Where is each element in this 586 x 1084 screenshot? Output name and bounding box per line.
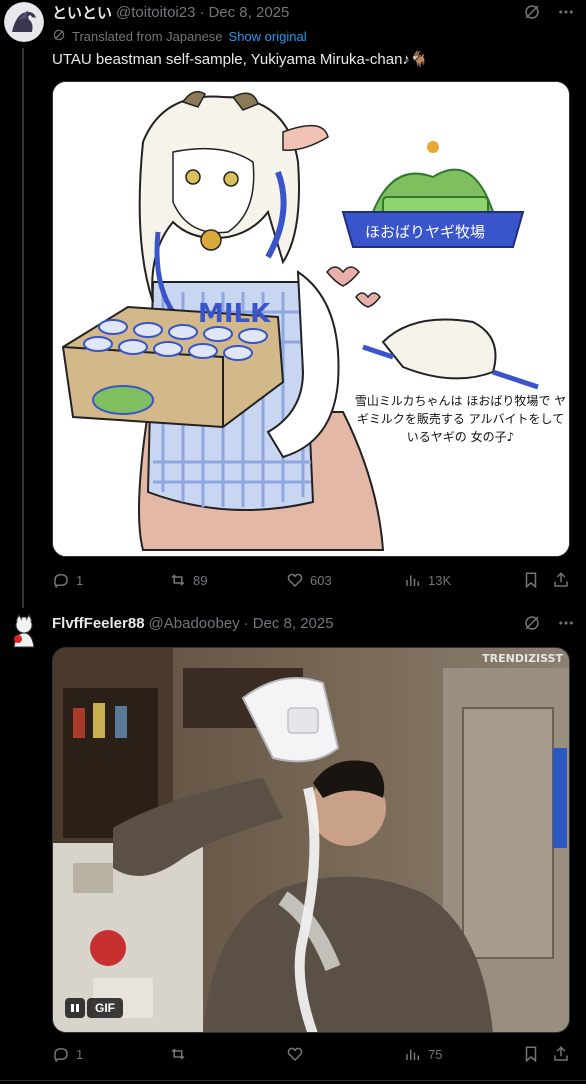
share-icon [554, 572, 568, 587]
share-icon [554, 1046, 568, 1061]
share-button[interactable] [552, 570, 570, 590]
timestamp[interactable]: Dec 8, 2025 [253, 615, 334, 632]
views-button[interactable]: 13K [404, 570, 451, 590]
more-icon[interactable] [556, 2, 576, 22]
display-name[interactable]: といとい [52, 2, 112, 23]
grok-icon[interactable] [522, 613, 542, 633]
repost-count: 89 [193, 572, 208, 588]
reply-icon [54, 1047, 68, 1062]
more-icon[interactable] [556, 613, 576, 633]
divider [0, 1080, 586, 1081]
separator-dot: · [243, 614, 249, 632]
separator-dot: · [199, 3, 205, 21]
like-button[interactable]: 603 [286, 570, 332, 590]
translate-icon [52, 28, 66, 45]
views-count: 75 [428, 1046, 443, 1062]
grok-icon[interactable] [522, 2, 542, 22]
action-bar: 1 75 [52, 1044, 572, 1064]
avatar[interactable] [4, 2, 44, 42]
avatar[interactable] [4, 611, 44, 651]
bookmark-icon [525, 1046, 537, 1063]
translated-label: Translated from Japanese [72, 29, 223, 44]
reply-button[interactable]: 1 [52, 1044, 83, 1064]
handle[interactable]: @Abadoobey [149, 615, 240, 632]
share-button[interactable] [552, 1044, 570, 1064]
reply-count: 1 [76, 572, 84, 588]
like-count: 603 [310, 572, 332, 588]
reply-icon [54, 573, 68, 588]
repost-icon [171, 1048, 185, 1060]
translation-note: Translated from Japanese Show original [52, 28, 307, 45]
display-name[interactable]: FlvffFeeler88 [52, 615, 145, 632]
views-icon [406, 1049, 419, 1060]
repost-icon [171, 574, 185, 586]
repost-button[interactable] [169, 1044, 193, 1064]
tweet-image[interactable]: MILK ほおばりヤギ牧場 雪山ミルカちゃんは ほおばり牧場で ヤギミルクを販売… [52, 81, 570, 557]
bookmark-icon [525, 572, 537, 589]
box-milk-text: MILK [198, 299, 271, 329]
timestamp[interactable]: Dec 8, 2025 [208, 4, 289, 21]
reply-count: 1 [76, 1046, 84, 1062]
action-bar: 1 89 603 13K [52, 570, 572, 590]
tweet-header: FlvffFeeler88 @Abadoobey · Dec 8, 2025 [52, 613, 576, 633]
handle[interactable]: @toitoitoi23 [116, 4, 195, 21]
like-button[interactable] [286, 1044, 310, 1064]
thread-line [22, 48, 24, 608]
views-icon [406, 575, 419, 586]
like-icon [287, 1047, 303, 1062]
bookmark-button[interactable] [522, 570, 540, 590]
pause-icon [71, 1004, 79, 1012]
views-count: 13K [428, 572, 452, 588]
tweet-text: UTAU beastman self-sample, Yukiyama Miru… [52, 51, 429, 68]
pause-button[interactable] [65, 998, 85, 1018]
views-button[interactable]: 75 [404, 1044, 442, 1064]
like-icon [287, 573, 303, 588]
gif-label: GIF [87, 998, 123, 1018]
bookmark-button[interactable] [522, 1044, 540, 1064]
reply-button[interactable]: 1 [52, 570, 83, 590]
note-text: 雪山ミルカちゃんは ほおばり牧場で ヤギミルクを販売する アルバイトをしているヤ… [354, 394, 567, 444]
gif-controls: GIF [65, 998, 123, 1020]
tweet-1[interactable]: といとい @toitoitoi23 · Dec 8, 2025 Translat… [0, 0, 586, 608]
repost-button[interactable]: 89 [169, 570, 207, 590]
tweet-header: といとい @toitoitoi23 · Dec 8, 2025 [52, 2, 576, 22]
farm-banner-text: ほおばりヤギ牧場 [365, 223, 485, 241]
show-original-link[interactable]: Show original [229, 29, 307, 44]
tweet-gif[interactable]: TRENDIZISST GIF [52, 647, 570, 1033]
gif-watermark: TRENDIZISST [482, 652, 563, 665]
tweet-2[interactable]: FlvffFeeler88 @Abadoobey · Dec 8, 2025 T… [0, 605, 586, 1080]
